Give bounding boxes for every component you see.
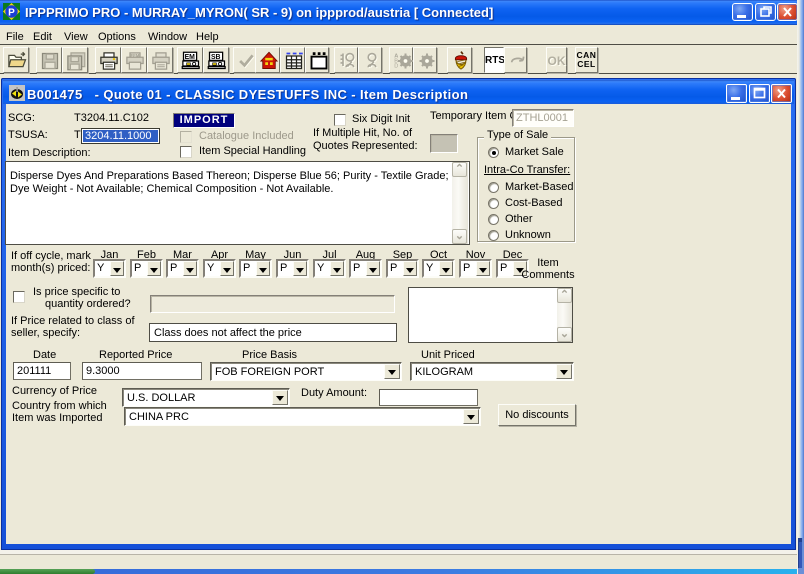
svg-text:SB: SB <box>211 54 221 61</box>
svg-text:D: D <box>394 63 398 69</box>
svg-text:EM: EM <box>185 54 196 61</box>
svg-text:P: P <box>8 8 15 19</box>
